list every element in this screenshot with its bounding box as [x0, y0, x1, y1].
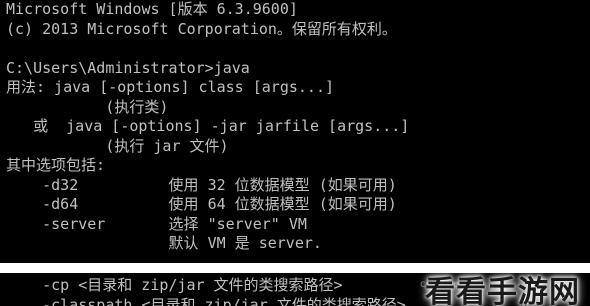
console-line-prompt-command: C:\Users\Administrator>java [6, 58, 250, 77]
console-line-option-server-default: 默认 VM 是 server. [6, 234, 322, 252]
console-line-options-header: 其中选项包括: [6, 156, 106, 174]
console-line-option-classpath: -classpath <目录和 zip/jar 文件的类搜索路径> [6, 295, 406, 306]
console-line-usage: 用法: java [-options] class [args...] [6, 78, 335, 96]
console-line-option-d32: -d32 使用 32 位数据模型 (如果可用) [6, 175, 397, 194]
console-line-option-server: -server 选择 "server" VM [6, 214, 307, 233]
console-line-copyright: (c) 2013 Microsoft Corporation。保留所有权利。 [6, 19, 397, 38]
console-line-os-version: Microsoft Windows [版本 6.3.9600] [6, 0, 298, 18]
console-line-option-cp: -cp <目录和 zip/jar 文件的类搜索路径> [6, 276, 343, 294]
image-gap-divider [0, 263, 590, 273]
console-line-usage-class: (执行类) [6, 97, 169, 116]
console-line-option-d64: -d64 使用 64 位数据模型 (如果可用) [6, 195, 397, 213]
console-window[interactable]: Microsoft Windows [版本 6.3.9600] (c) 2013… [0, 0, 590, 306]
console-line-usage-jar-note: (执行 jar 文件) [6, 136, 229, 155]
console-line-usage-jar: 或 java [-options] -jar jarfile [args...] [6, 117, 410, 135]
site-watermark-logo: 看看手游网 [425, 274, 580, 306]
